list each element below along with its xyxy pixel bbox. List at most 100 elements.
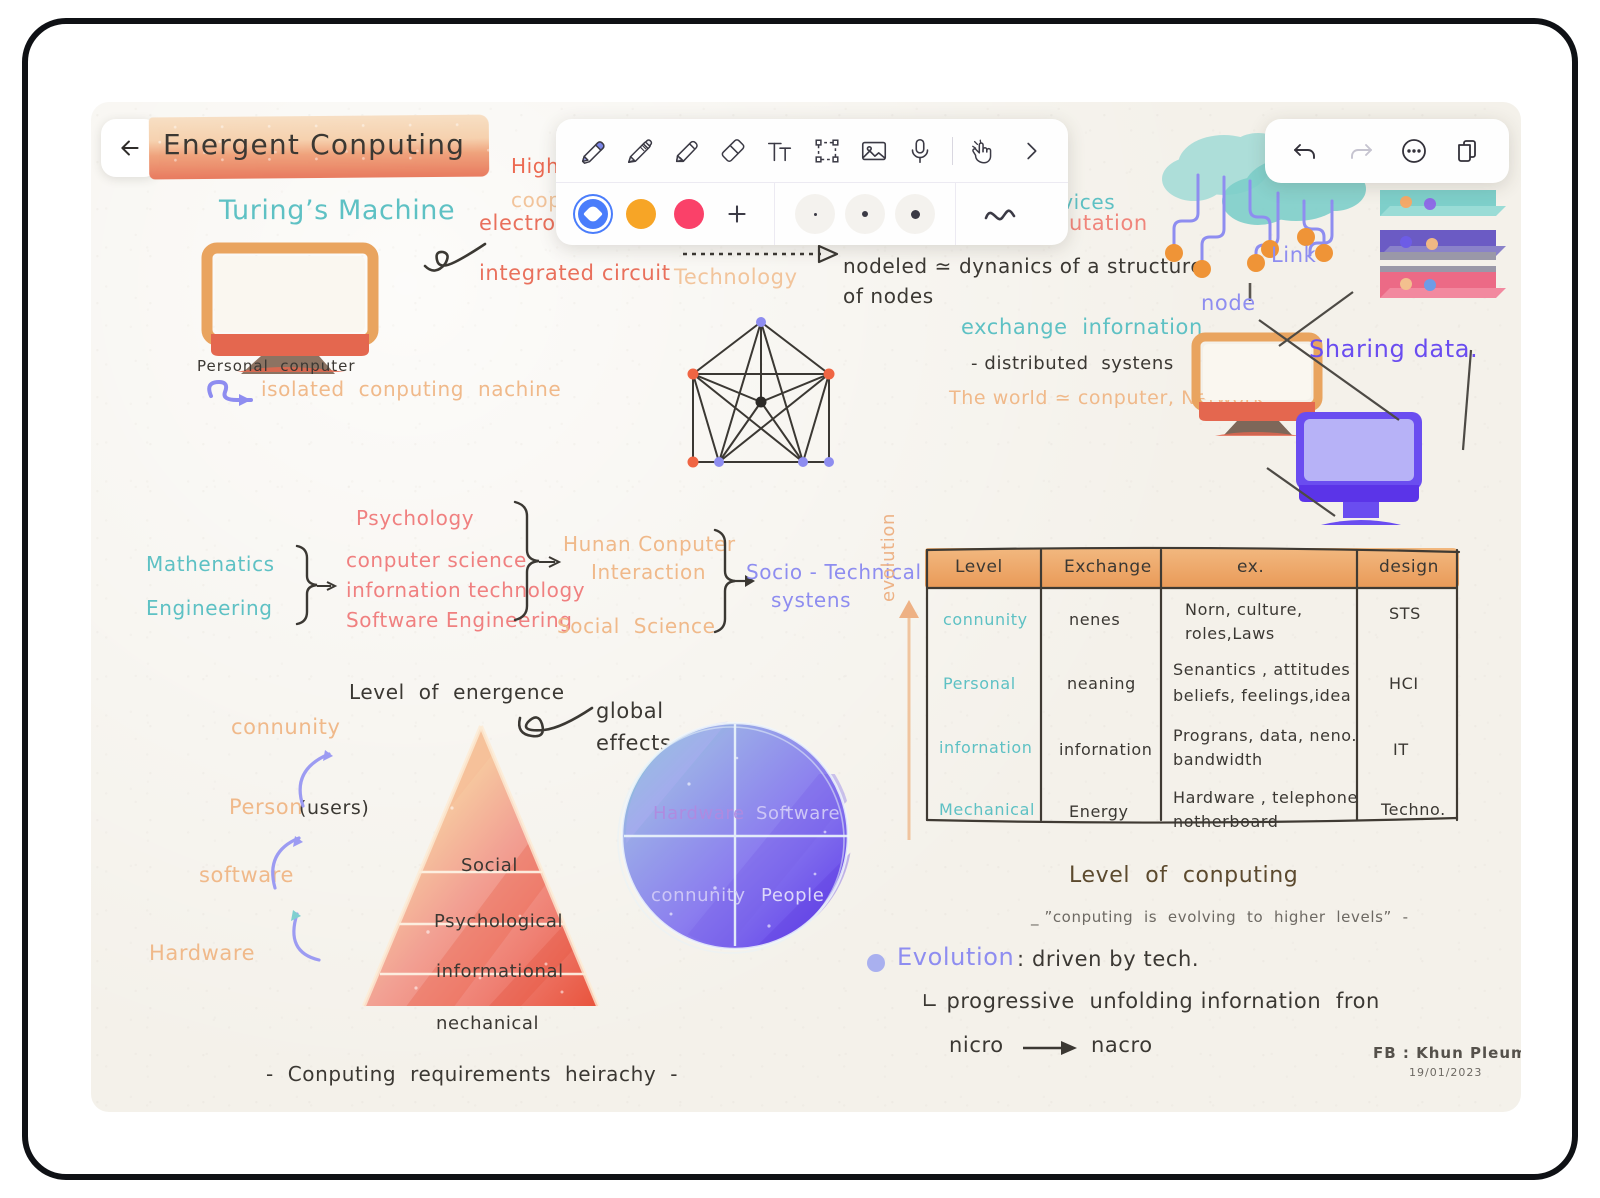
label-psychology: Psychology — [356, 506, 475, 530]
document-title[interactable]: Energent Conputing — [148, 114, 490, 180]
label-link: Link — [1271, 243, 1317, 267]
undo-icon — [1294, 144, 1315, 159]
brace-left-1-icon — [295, 544, 338, 626]
table-header-ex: ex. — [1237, 557, 1265, 577]
table-header-exchange: Exchange — [1064, 557, 1152, 577]
brace-left-2-icon — [513, 500, 562, 622]
label-sharing-data: Sharing data. — [1309, 335, 1479, 363]
table-header-design: design — [1379, 557, 1439, 577]
heading-turings-machine: Turing’s Machine — [219, 195, 456, 226]
text-tool[interactable] — [757, 127, 804, 175]
table-row-ex-1: Prograns, data, neno. — [1173, 726, 1358, 745]
arrow-micro-to-macro-icon — [1023, 1041, 1077, 1055]
highlighter-tool[interactable] — [663, 127, 710, 175]
text-tt-icon — [768, 142, 792, 161]
table-row-design: IT — [1393, 740, 1409, 759]
bullet-dot-evolution — [867, 954, 885, 972]
label-sphere-community: connunity — [651, 885, 746, 906]
table-row-ex-2: roles,Laws — [1185, 624, 1275, 643]
label-evolution-subline: ∟ progressive unfolding infornation fron — [921, 989, 1380, 1013]
table-row-exchange: infornation — [1059, 740, 1153, 759]
stroke-size-thick[interactable] — [895, 194, 935, 234]
label-pyramid-level-psychological: Psychological — [434, 911, 564, 932]
table-row-exchange: nenes — [1069, 610, 1121, 629]
label-hci-line2: Interaction — [591, 560, 707, 584]
color-swatch-pink[interactable] — [674, 199, 704, 229]
signature-date: 19/01/2023 — [1409, 1066, 1483, 1079]
table-header-level: Level — [955, 557, 1003, 577]
stroke-size-medium[interactable] — [845, 194, 885, 234]
label-socio-technical-line2: systens — [771, 588, 852, 612]
note-canvas[interactable]: Turing’s Machine Personal conputer isola… — [91, 102, 1521, 1112]
label-macro: nacro — [1091, 1033, 1153, 1057]
selection-tool[interactable] — [804, 127, 851, 175]
table-emergence-levels: Level Exchange ex. design connunity nene… — [919, 546, 1464, 831]
chevron-right-icon — [1026, 142, 1037, 159]
label-evolution-rest: : driven by tech. — [1017, 947, 1200, 971]
arrow-squiggle-isolated-icon — [207, 379, 253, 406]
label-evolution-title: Evolution — [897, 943, 1015, 971]
tablet-device-frame: Turing’s Machine Personal conputer isola… — [22, 18, 1578, 1180]
redo-button[interactable] — [1337, 128, 1383, 174]
color-group — [556, 199, 774, 229]
table-row-design: HCI — [1389, 674, 1419, 693]
pen-tool[interactable] — [570, 127, 617, 175]
table-row-level: connunity — [943, 610, 1028, 629]
eraser-icon — [722, 138, 745, 162]
hand-tool[interactable] — [961, 127, 1008, 175]
tool-row — [556, 119, 1068, 183]
quote-pyramid-line1: ” The global level energe fron the local… — [256, 1102, 718, 1112]
dashed-arrow-icon — [683, 244, 839, 264]
table-row-level: Personal — [943, 674, 1016, 693]
label-technology: Technology — [674, 265, 798, 289]
pages-button[interactable] — [1445, 128, 1491, 174]
monitor-orange-illustration — [201, 242, 379, 374]
label-pyramid-level-informational: informational — [436, 961, 564, 982]
smoothing-wave-icon[interactable] — [982, 201, 1026, 227]
add-color-button[interactable] — [722, 199, 752, 229]
caption-level-of-computing: Level of conputing — [1069, 863, 1299, 888]
pen-toolbar[interactable] — [556, 119, 1068, 245]
label-social-science: Social Science — [557, 614, 716, 638]
label-exchange-information: exchange infornation — [961, 315, 1203, 339]
image-icon — [861, 141, 886, 160]
history-toolbar[interactable] — [1265, 119, 1509, 183]
pages-copy-icon — [1458, 140, 1476, 162]
table-row-ex-1: Senantics , attitudes — [1173, 660, 1351, 679]
undo-button[interactable] — [1283, 128, 1329, 174]
color-swatch-blue[interactable] — [578, 199, 608, 229]
highlighter-icon — [675, 140, 698, 162]
table-row-design: Techno. — [1381, 800, 1446, 819]
label-pyramid-level-mechanical: nechanical — [436, 1013, 540, 1034]
table-row-exchange: Energy — [1069, 802, 1129, 821]
image-tool[interactable] — [850, 127, 897, 175]
label-integrated-circuit: integrated circuit — [479, 261, 671, 285]
label-distributed-systems: - distributed systens — [971, 353, 1174, 374]
pencil-tool[interactable] — [617, 127, 664, 175]
table-row-level: Mechanical — [939, 800, 1036, 819]
label-pyramid-hardware: Hardware — [149, 941, 256, 965]
text-modeled-line2: of nodes — [843, 284, 934, 308]
stroke-size-group — [775, 194, 955, 234]
caption-computing-requirements-hierarchy: - Conputing requirements heirachy - — [266, 1062, 679, 1086]
expand-toolbar-chevron[interactable] — [1007, 127, 1054, 175]
note-content-layer: Turing’s Machine Personal conputer isola… — [91, 102, 1521, 1112]
table-row-level: infornation — [939, 738, 1033, 757]
label-sphere-hardware: Hardware — [653, 803, 745, 824]
plus-icon — [728, 205, 746, 223]
stroke-size-thin[interactable] — [795, 194, 835, 234]
microphone-tool[interactable] — [897, 127, 944, 175]
selection-marquee-icon — [815, 138, 839, 163]
label-pyramid-level-social: Social — [461, 855, 518, 876]
title-text: Energent Conputing — [163, 128, 466, 161]
eraser-tool[interactable] — [710, 127, 757, 175]
table-row-ex-2: beliefs, feelings,idea — [1173, 686, 1352, 705]
table-row-design: STS — [1389, 604, 1421, 623]
color-swatch-orange[interactable] — [626, 199, 656, 229]
pyramid-left-arrows — [271, 750, 333, 962]
table-row-ex-1: Hardware , telephone — [1173, 788, 1358, 807]
options-row — [556, 183, 1068, 245]
table-row-ex-2: bandwidth — [1173, 750, 1263, 769]
more-options-button[interactable] — [1391, 128, 1437, 174]
label-mathematics: Mathenatics — [146, 552, 275, 576]
